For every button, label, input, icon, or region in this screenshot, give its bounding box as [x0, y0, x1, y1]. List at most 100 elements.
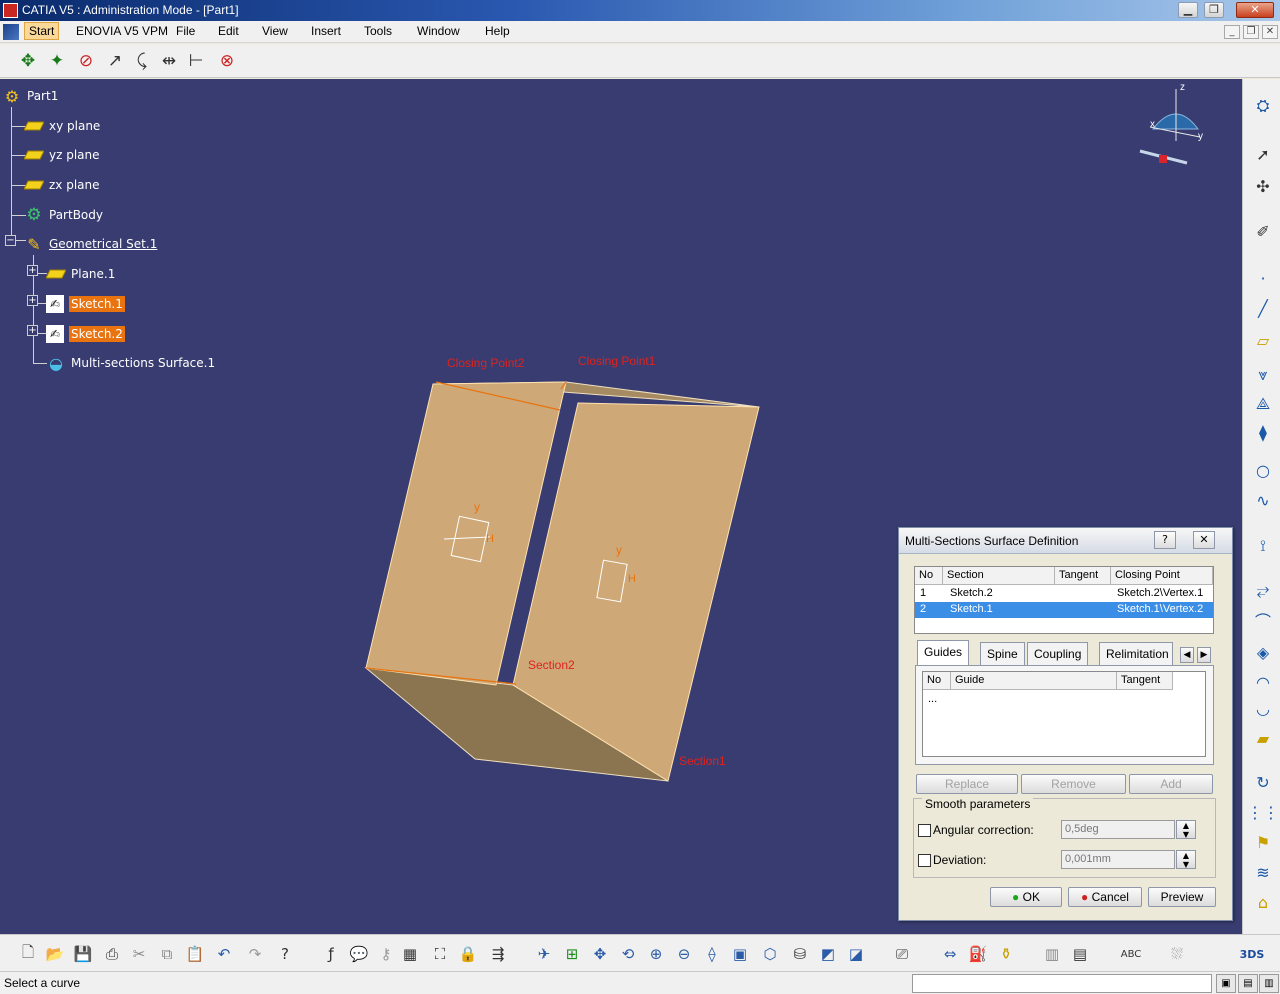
ok-button[interactable]: ● OK [990, 887, 1062, 907]
catalog-icon[interactable]: ▥ [1041, 943, 1063, 965]
dialog-help-button[interactable]: ? [1154, 531, 1176, 549]
undo-icon[interactable]: ↶ [213, 943, 235, 965]
power-input-icon-1[interactable]: ▣ [1216, 974, 1236, 993]
extrude-icon[interactable]: ⥂ [1251, 579, 1275, 601]
tab-coupling[interactable]: Coupling [1027, 642, 1089, 666]
compute-icon[interactable]: ⎚ [891, 943, 913, 965]
deviation-spinner[interactable]: ▲ ▼ [1176, 850, 1196, 869]
menu-window[interactable]: Window [413, 24, 464, 38]
redo-icon[interactable]: ↷ [244, 943, 266, 965]
rotate-bottom-icon[interactable]: ⟲ [617, 943, 639, 965]
table-row-selected[interactable]: 2 Sketch.1 Sketch.1\Vertex.2 [915, 602, 1213, 618]
rotate-icon[interactable]: ✦ [46, 50, 68, 72]
tree-node-partbody[interactable]: ⚙ PartBody [24, 204, 103, 226]
new-icon[interactable]: 🗋 [17, 943, 39, 965]
angular-correction-input[interactable]: 0,5deg [1061, 820, 1175, 839]
annotation-section-1[interactable]: Section1 [679, 754, 726, 768]
transform-icon[interactable]: ↻ [1251, 771, 1275, 793]
tab-scroll-right-icon[interactable]: ▶ [1197, 647, 1211, 663]
point-icon[interactable]: · [1251, 267, 1275, 289]
tree-node-plane1[interactable]: Plane.1 [46, 263, 115, 285]
spline-icon[interactable]: ∿ [1251, 489, 1275, 511]
catia-app-icon[interactable] [3, 3, 18, 18]
fit-all-icon[interactable]: ⊞ [561, 943, 583, 965]
blend-icon[interactable]: ◡ [1251, 697, 1275, 719]
deviation-checkbox[interactable] [918, 854, 931, 867]
save-icon[interactable]: 💾 [72, 943, 94, 965]
join-icon[interactable]: ▰ [1251, 727, 1275, 749]
measure-inertia-icon[interactable]: ⚱ [995, 943, 1017, 965]
iso-view-icon[interactable]: ⬡ [759, 943, 781, 965]
curve-icon[interactable]: ⤹ [131, 50, 153, 72]
print-icon[interactable]: ⎙ [101, 943, 123, 965]
spell-check-icon[interactable]: ABC [1120, 943, 1142, 965]
menu-edit[interactable]: Edit [214, 24, 243, 38]
law-icon[interactable]: ⚑ [1251, 831, 1275, 853]
expand-plane1-icon[interactable]: + [27, 265, 38, 276]
hide-icon[interactable]: ⊗ [216, 50, 238, 72]
pattern-icon[interactable]: ⋮⋮ [1247, 801, 1279, 823]
power-input-field[interactable] [912, 974, 1212, 993]
offset-icon[interactable]: ⧫ [1251, 421, 1275, 443]
tree-node-xy-plane[interactable]: xy plane [24, 115, 100, 137]
fly-icon[interactable]: ✈ [533, 943, 555, 965]
intersection-icon[interactable]: ⟁ [1251, 393, 1275, 415]
tree-node-sketch1[interactable]: ✍ Sketch.1 [46, 293, 125, 315]
snap-icon[interactable]: ↗ [104, 50, 126, 72]
tree-node-sketch2[interactable]: ✍ Sketch.2 [46, 323, 125, 345]
tree-node-multisection[interactable]: ◒ Multi-sections Surface.1 [46, 352, 215, 374]
plane-tool-icon[interactable]: ▱ [1251, 329, 1275, 351]
menu-file[interactable]: File [172, 24, 199, 38]
col-closing-point[interactable]: Closing Point [1111, 567, 1213, 585]
replace-button[interactable]: Replace [916, 774, 1018, 794]
remove-button[interactable]: Remove [1021, 774, 1126, 794]
document-menu-icon[interactable] [3, 24, 19, 40]
loft-icon[interactable]: ◠ [1251, 671, 1275, 693]
angular-correction-spinner[interactable]: ▲ ▼ [1176, 820, 1196, 839]
open-icon[interactable]: 📂 [44, 943, 66, 965]
tab-spine[interactable]: Spine [980, 642, 1025, 666]
guide-col-no[interactable]: No [923, 672, 951, 690]
zoom-in-icon[interactable]: ⊕ [645, 943, 667, 965]
collapse-geo-set-icon[interactable]: − [5, 235, 16, 246]
row-closing-point[interactable]: Sketch.2\Vertex.1 [1117, 587, 1203, 599]
close-button[interactable]: ✕ [1236, 2, 1274, 18]
power-input-icon-3[interactable]: ▥ [1259, 974, 1279, 993]
manipulate-icon[interactable]: ✣ [1251, 175, 1275, 197]
update-icon[interactable]: ⇶ [487, 943, 509, 965]
swap-space-icon[interactable]: ◪ [845, 943, 867, 965]
minimize-button[interactable]: ▁ [1178, 2, 1198, 18]
photo-studio-icon[interactable]: ⛆ [1166, 943, 1188, 965]
table-row[interactable]: ... [923, 692, 1205, 708]
measure-icon[interactable]: ⊢ [185, 50, 207, 72]
menu-enovia[interactable]: ENOVIA V5 VPM [72, 24, 172, 38]
menu-start[interactable]: Start [24, 22, 60, 40]
annotation-section-2[interactable]: Section2 [528, 658, 575, 672]
menu-tools[interactable]: Tools [360, 24, 396, 38]
cancel-button[interactable]: ● Cancel [1068, 887, 1142, 907]
menu-view[interactable]: View [258, 24, 292, 38]
guide-col-tangent[interactable]: Tangent [1117, 672, 1173, 690]
pan-icon[interactable]: ✥ [17, 50, 39, 72]
maximize-button[interactable]: ❐ [1204, 2, 1224, 18]
annotation-closing-point-1[interactable]: Closing Point1 [578, 354, 655, 368]
menu-help[interactable]: Help [481, 24, 514, 38]
tree-node-yz-plane[interactable]: yz plane [24, 144, 100, 166]
row-closing-point[interactable]: Sketch.1\Vertex.2 [1117, 603, 1203, 615]
hide-show-icon[interactable]: ◩ [817, 943, 839, 965]
col-no[interactable]: No [915, 567, 943, 585]
knowledge-icon[interactable]: ⌂ [1251, 891, 1275, 913]
expand-sketch1-icon[interactable]: + [27, 295, 38, 306]
sections-table[interactable]: No Section Tangent Closing Point 1 Sketc… [914, 566, 1214, 634]
compass-icon[interactable] [1139, 89, 1201, 165]
preview-button[interactable]: Preview [1148, 887, 1216, 907]
no-show-icon[interactable]: ⊘ [75, 50, 97, 72]
projection-icon[interactable]: ⩔ [1251, 364, 1275, 386]
whats-this-icon[interactable]: ? [274, 943, 296, 965]
guides-table[interactable]: No Guide Tangent ... [922, 671, 1206, 757]
doc-close-button[interactable]: ✕ [1262, 25, 1278, 39]
sketcher-icon[interactable]: ✐ [1251, 220, 1275, 242]
annotation-closing-point-2[interactable]: Closing Point2 [447, 356, 524, 370]
expand-sketch2-icon[interactable]: + [27, 325, 38, 336]
angular-correction-checkbox[interactable] [918, 824, 931, 837]
